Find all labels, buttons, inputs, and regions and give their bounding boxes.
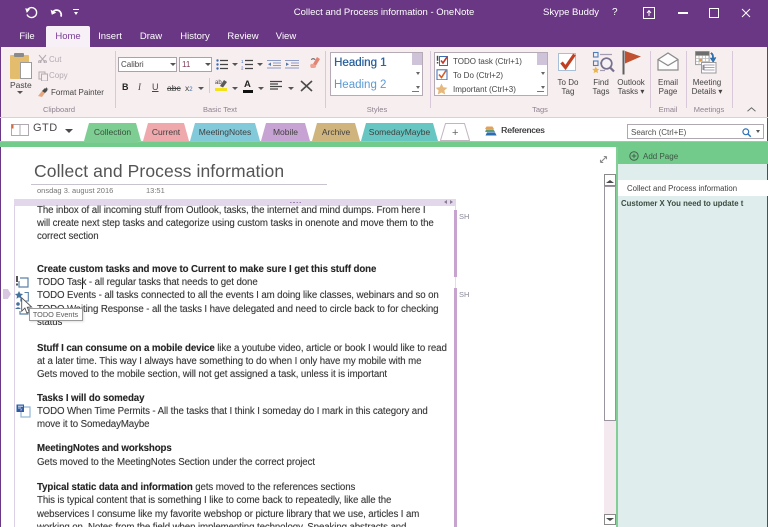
svg-text:+: + (452, 127, 458, 139)
svg-text:1: 1 (241, 59, 244, 64)
svg-text:2: 2 (241, 66, 244, 71)
